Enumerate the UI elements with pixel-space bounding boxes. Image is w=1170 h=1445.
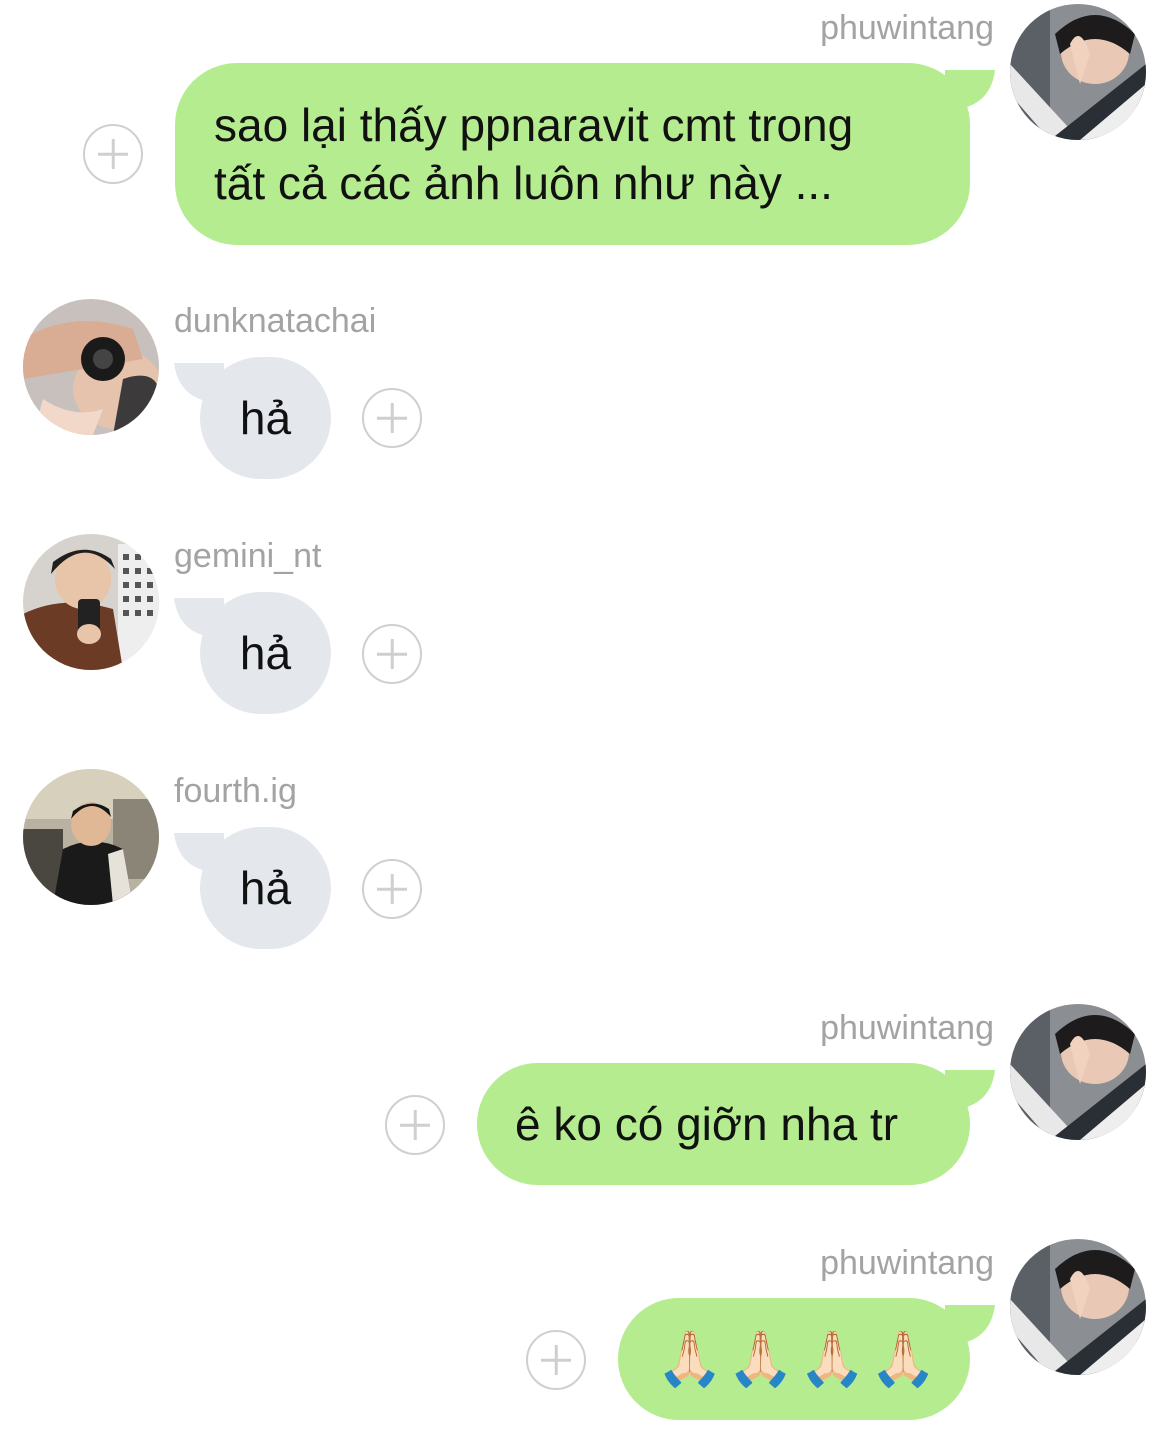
message-row: gemini_nt hả — [0, 530, 1170, 730]
message-text: ê ko có giỡn nha tr — [515, 1098, 899, 1150]
message-row: phuwintang ê ko có giỡn nha tr — [0, 1000, 1170, 1200]
sender-name: phuwintang — [820, 1009, 994, 1047]
sender-name: dunknatachai — [174, 302, 377, 340]
message-text-line: tất cả các ảnh luôn như này ... — [214, 157, 833, 209]
plus-circle-icon[interactable] — [526, 1330, 586, 1390]
message-row: phuwintang 🙏🏻🙏🏻🙏🏻🙏🏻 — [0, 1235, 1170, 1440]
plus-circle-icon[interactable] — [362, 388, 422, 448]
message-row: phuwintang sao lại thấy ppnaravit cmt tr… — [0, 0, 1170, 260]
message-text: hả — [239, 862, 292, 914]
message-bubble[interactable]: 🙏🏻🙏🏻🙏🏻🙏🏻 — [618, 1298, 970, 1420]
message-bubble[interactable]: ê ko có giỡn nha tr — [477, 1063, 970, 1185]
message-text: hả — [239, 627, 292, 679]
avatar[interactable] — [23, 769, 159, 905]
message-text: hả — [239, 392, 292, 444]
avatar[interactable] — [23, 299, 159, 435]
message-text-line: sao lại thấy ppnaravit cmt trong — [214, 99, 854, 151]
sender-name: fourth.ig — [174, 772, 297, 810]
avatar[interactable] — [1010, 1239, 1146, 1375]
avatar[interactable] — [1010, 1004, 1146, 1140]
avatar[interactable] — [1010, 4, 1146, 140]
message-text: 🙏🏻🙏🏻🙏🏻🙏🏻 — [656, 1327, 941, 1390]
message-bubble[interactable]: sao lại thấy ppnaravit cmt trong tất cả … — [175, 63, 970, 245]
plus-circle-icon[interactable] — [385, 1095, 445, 1155]
sender-name: phuwintang — [820, 9, 994, 47]
message-bubble[interactable]: hả — [200, 357, 331, 479]
message-row: fourth.ig hả — [0, 765, 1170, 965]
plus-circle-icon[interactable] — [362, 624, 422, 684]
plus-circle-icon[interactable] — [362, 859, 422, 919]
avatar[interactable] — [23, 534, 159, 670]
plus-circle-icon[interactable] — [83, 124, 143, 184]
message-bubble[interactable]: hả — [200, 827, 331, 949]
sender-name: gemini_nt — [174, 537, 322, 575]
message-row: dunknatachai hả — [0, 295, 1170, 495]
sender-name: phuwintang — [820, 1244, 994, 1282]
message-bubble[interactable]: hả — [200, 592, 331, 714]
